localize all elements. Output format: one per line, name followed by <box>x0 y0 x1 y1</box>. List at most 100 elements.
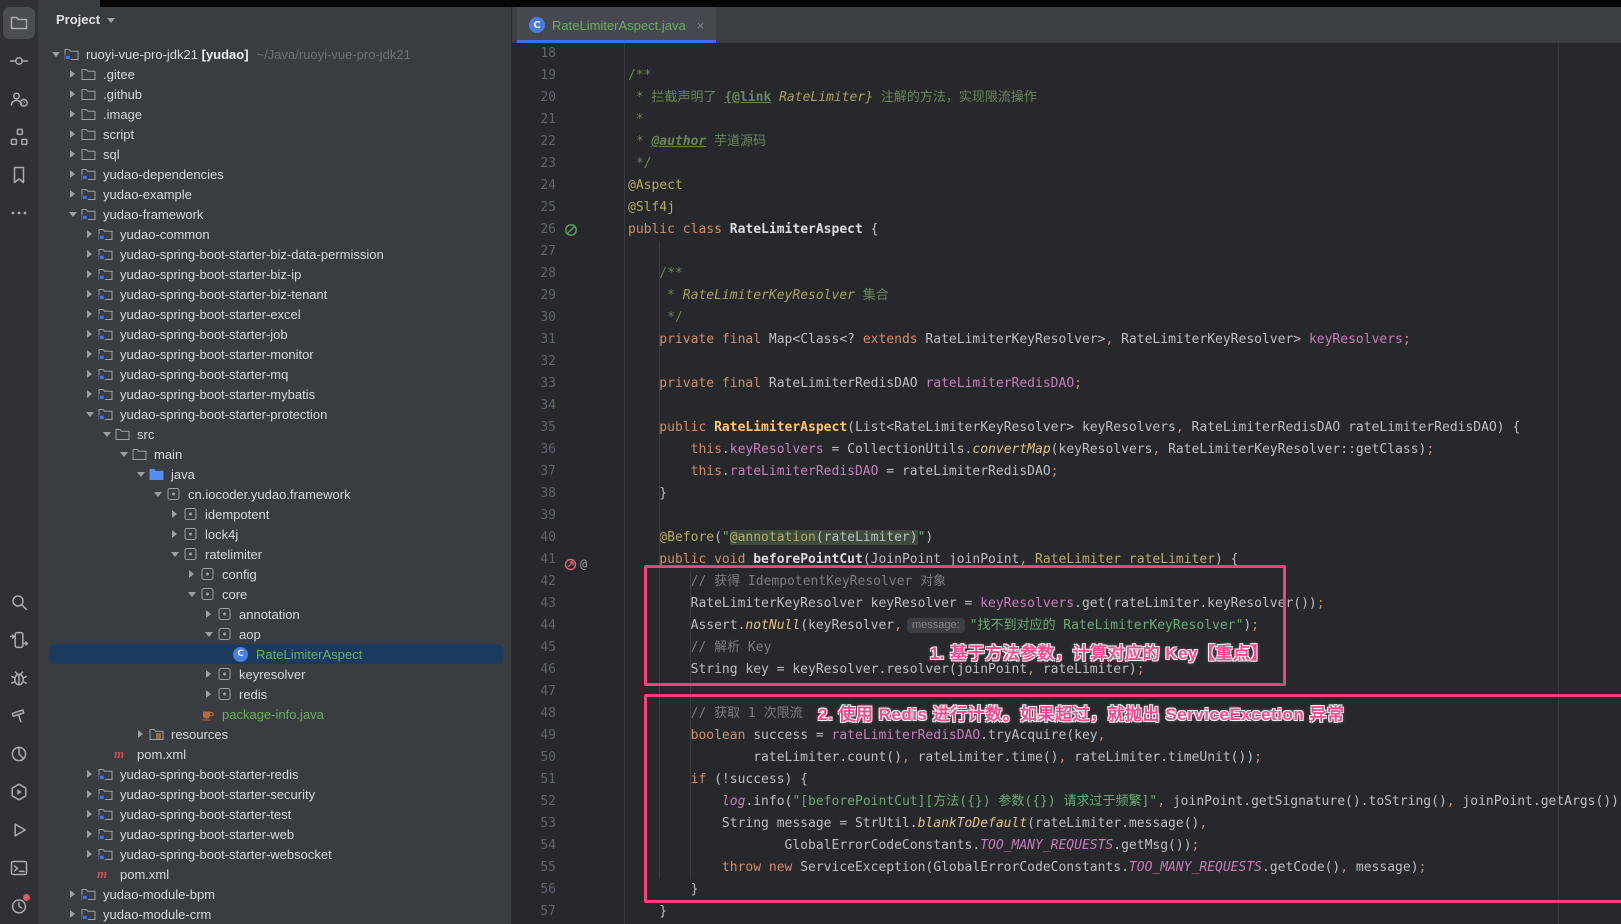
chevron-collapsed-icon[interactable] <box>82 766 97 782</box>
chevron-collapsed-icon[interactable] <box>65 886 80 902</box>
tree-row-yudao-spring-boot-starter-test[interactable]: yudao-spring-boot-starter-test <box>38 804 512 824</box>
chevron-collapsed-icon[interactable] <box>65 906 80 922</box>
chevron-collapsed-icon[interactable] <box>167 506 182 522</box>
chevron-collapsed-icon[interactable] <box>82 326 97 342</box>
tree-row-script[interactable]: script <box>38 124 512 144</box>
tree-row-yudao-framework[interactable]: yudao-framework <box>38 204 512 224</box>
tree-row-yudao-spring-boot-starter-biz-tenant[interactable]: yudao-spring-boot-starter-biz-tenant <box>38 284 512 304</box>
chevron-collapsed-icon[interactable] <box>184 566 199 582</box>
profiler-icon[interactable] <box>3 738 35 770</box>
chevron-collapsed-icon[interactable] <box>65 66 80 82</box>
chevron-expanded-icon[interactable] <box>150 486 165 502</box>
chevron-collapsed-icon[interactable] <box>82 226 97 242</box>
tree-row-yudao-spring-boot-starter-job[interactable]: yudao-spring-boot-starter-job <box>38 324 512 344</box>
code-line-45[interactable]: 45 // 解析 Key <box>512 637 1621 659</box>
code-line-49[interactable]: 49 boolean success = rateLimiterRedisDAO… <box>512 725 1621 747</box>
code-line-22[interactable]: 22 * @author 芋道源码 <box>512 131 1621 153</box>
code-line-25[interactable]: 25@Slf4j <box>512 197 1621 219</box>
tree-row-main[interactable]: main <box>38 444 512 464</box>
code-line-43[interactable]: 43 RateLimiterKeyResolver keyResolver = … <box>512 593 1621 615</box>
code-line-32[interactable]: 32 <box>512 351 1621 373</box>
code-line-28[interactable]: 28 /** <box>512 263 1621 285</box>
chevron-collapsed-icon[interactable] <box>65 126 80 142</box>
chevron-collapsed-icon[interactable] <box>82 286 97 302</box>
chevron-collapsed-icon[interactable] <box>82 246 97 262</box>
chevron-collapsed-icon[interactable] <box>201 666 216 682</box>
tree-row-yudao-spring-boot-starter-biz-data-permission[interactable]: yudao-spring-boot-starter-biz-data-permi… <box>38 244 512 264</box>
tree-row-core[interactable]: core <box>38 584 512 604</box>
code-line-21[interactable]: 21 * <box>512 109 1621 131</box>
code-line-39[interactable]: 39 <box>512 505 1621 527</box>
build-icon[interactable] <box>3 700 35 732</box>
tree-row-idempotent[interactable]: idempotent <box>38 504 512 524</box>
project-panel-header[interactable]: Project <box>56 12 115 27</box>
code-line-33[interactable]: 33 private final RateLimiterRedisDAO rat… <box>512 373 1621 395</box>
chevron-collapsed-icon[interactable] <box>82 846 97 862</box>
code-line-31[interactable]: 31 private final Map<Class<? extends Rat… <box>512 329 1621 351</box>
chevron-collapsed-icon[interactable] <box>65 86 80 102</box>
pull-requests-icon[interactable]: ? <box>3 83 35 115</box>
tree-row-annotation[interactable]: annotation <box>38 604 512 624</box>
code-line-50[interactable]: 50 rateLimiter.count(), rateLimiter.time… <box>512 747 1621 769</box>
tree-row-config[interactable]: config <box>38 564 512 584</box>
tree-row-cn-iocoder-yudao-framework[interactable]: cn.iocoder.yudao.framework <box>38 484 512 504</box>
tree-row--image[interactable]: .image <box>38 104 512 124</box>
inout-icon[interactable] <box>3 624 35 656</box>
tree-row-yudao-module-crm[interactable]: yudao-module-crm <box>38 904 512 924</box>
chevron-collapsed-icon[interactable] <box>82 386 97 402</box>
code-line-30[interactable]: 30 */ <box>512 307 1621 329</box>
chevron-collapsed-icon[interactable] <box>82 346 97 362</box>
chevron-expanded-icon[interactable] <box>167 546 182 562</box>
chevron-down-icon[interactable] <box>107 18 115 23</box>
chevron-collapsed-icon[interactable] <box>133 726 148 742</box>
code-line-40[interactable]: 40 @Before("@annotation(rateLimiter)") <box>512 527 1621 549</box>
tree-row-lock4j[interactable]: lock4j <box>38 524 512 544</box>
chevron-expanded-icon[interactable] <box>65 206 80 222</box>
project-icon[interactable] <box>3 7 35 39</box>
tree-row-yudao-spring-boot-starter-mybatis[interactable]: yudao-spring-boot-starter-mybatis <box>38 384 512 404</box>
code-line-23[interactable]: 23 */ <box>512 153 1621 175</box>
editor-tab-ratelimiteraspect[interactable]: C RateLimiterAspect.java × <box>517 7 716 43</box>
tree-row-yudao-spring-boot-starter-excel[interactable]: yudao-spring-boot-starter-excel <box>38 304 512 324</box>
tree-row--github[interactable]: .github <box>38 84 512 104</box>
code-line-48[interactable]: 48 // 获取 1 次限流 <box>512 703 1621 725</box>
code-line-18[interactable]: 18 <box>512 43 1621 65</box>
notifications-icon[interactable] <box>3 890 35 922</box>
chevron-expanded-icon[interactable] <box>82 406 97 422</box>
tree-row--gitee[interactable]: .gitee <box>38 64 512 84</box>
tree-row-yudao-spring-boot-starter-biz-ip[interactable]: yudao-spring-boot-starter-biz-ip <box>38 264 512 284</box>
code-line-42[interactable]: 42 // 获得 IdempotentKeyResolver 对象 <box>512 571 1621 593</box>
tree-row-yudao-spring-boot-starter-security[interactable]: yudao-spring-boot-starter-security <box>38 784 512 804</box>
code-line-47[interactable]: 47 <box>512 681 1621 703</box>
tree-row-yudao-spring-boot-starter-web[interactable]: yudao-spring-boot-starter-web <box>38 824 512 844</box>
code-line-41[interactable]: 41@ public void beforePointCut(JoinPoint… <box>512 549 1621 571</box>
code-line-27[interactable]: 27 <box>512 241 1621 263</box>
services-icon[interactable] <box>3 776 35 808</box>
more-icon[interactable] <box>3 197 35 229</box>
code-line-46[interactable]: 46 String key = keyResolver.resolver(joi… <box>512 659 1621 681</box>
code-line-54[interactable]: 54 GlobalErrorCodeConstants.TOO_MANY_REQ… <box>512 835 1621 857</box>
chevron-expanded-icon[interactable] <box>201 626 216 642</box>
terminal-icon[interactable] <box>3 852 35 884</box>
tree-row-yudao-example[interactable]: yudao-example <box>38 184 512 204</box>
chevron-collapsed-icon[interactable] <box>201 606 216 622</box>
bean-gutter-icon[interactable] <box>564 223 578 237</box>
chevron-expanded-icon[interactable] <box>133 466 148 482</box>
tree-row-yudao-common[interactable]: yudao-common <box>38 224 512 244</box>
run-icon[interactable] <box>3 814 35 846</box>
tree-row-src[interactable]: src <box>38 424 512 444</box>
structure-icon[interactable] <box>3 121 35 153</box>
code-line-44[interactable]: 44 Assert.notNull(keyResolver,message:"找… <box>512 615 1621 637</box>
tree-row-yudao-spring-boot-starter-redis[interactable]: yudao-spring-boot-starter-redis <box>38 764 512 784</box>
code-line-20[interactable]: 20 * 拦截声明了 {@link RateLimiter} 注解的方法，实现限… <box>512 87 1621 109</box>
code-line-55[interactable]: 55 throw new ServiceException(GlobalErro… <box>512 857 1621 879</box>
tree-row-yudao-module-bpm[interactable]: yudao-module-bpm <box>38 884 512 904</box>
commit-icon[interactable] <box>3 45 35 77</box>
chevron-collapsed-icon[interactable] <box>65 106 80 122</box>
code-line-24[interactable]: 24@Aspect <box>512 175 1621 197</box>
code-line-52[interactable]: 52 log.info("[beforePointCut][方法({}) 参数(… <box>512 791 1621 813</box>
debug-icon[interactable] <box>3 662 35 694</box>
tree-row-yudao-spring-boot-starter-websocket[interactable]: yudao-spring-boot-starter-websocket <box>38 844 512 864</box>
chevron-collapsed-icon[interactable] <box>82 306 97 322</box>
chevron-expanded-icon[interactable] <box>116 446 131 462</box>
